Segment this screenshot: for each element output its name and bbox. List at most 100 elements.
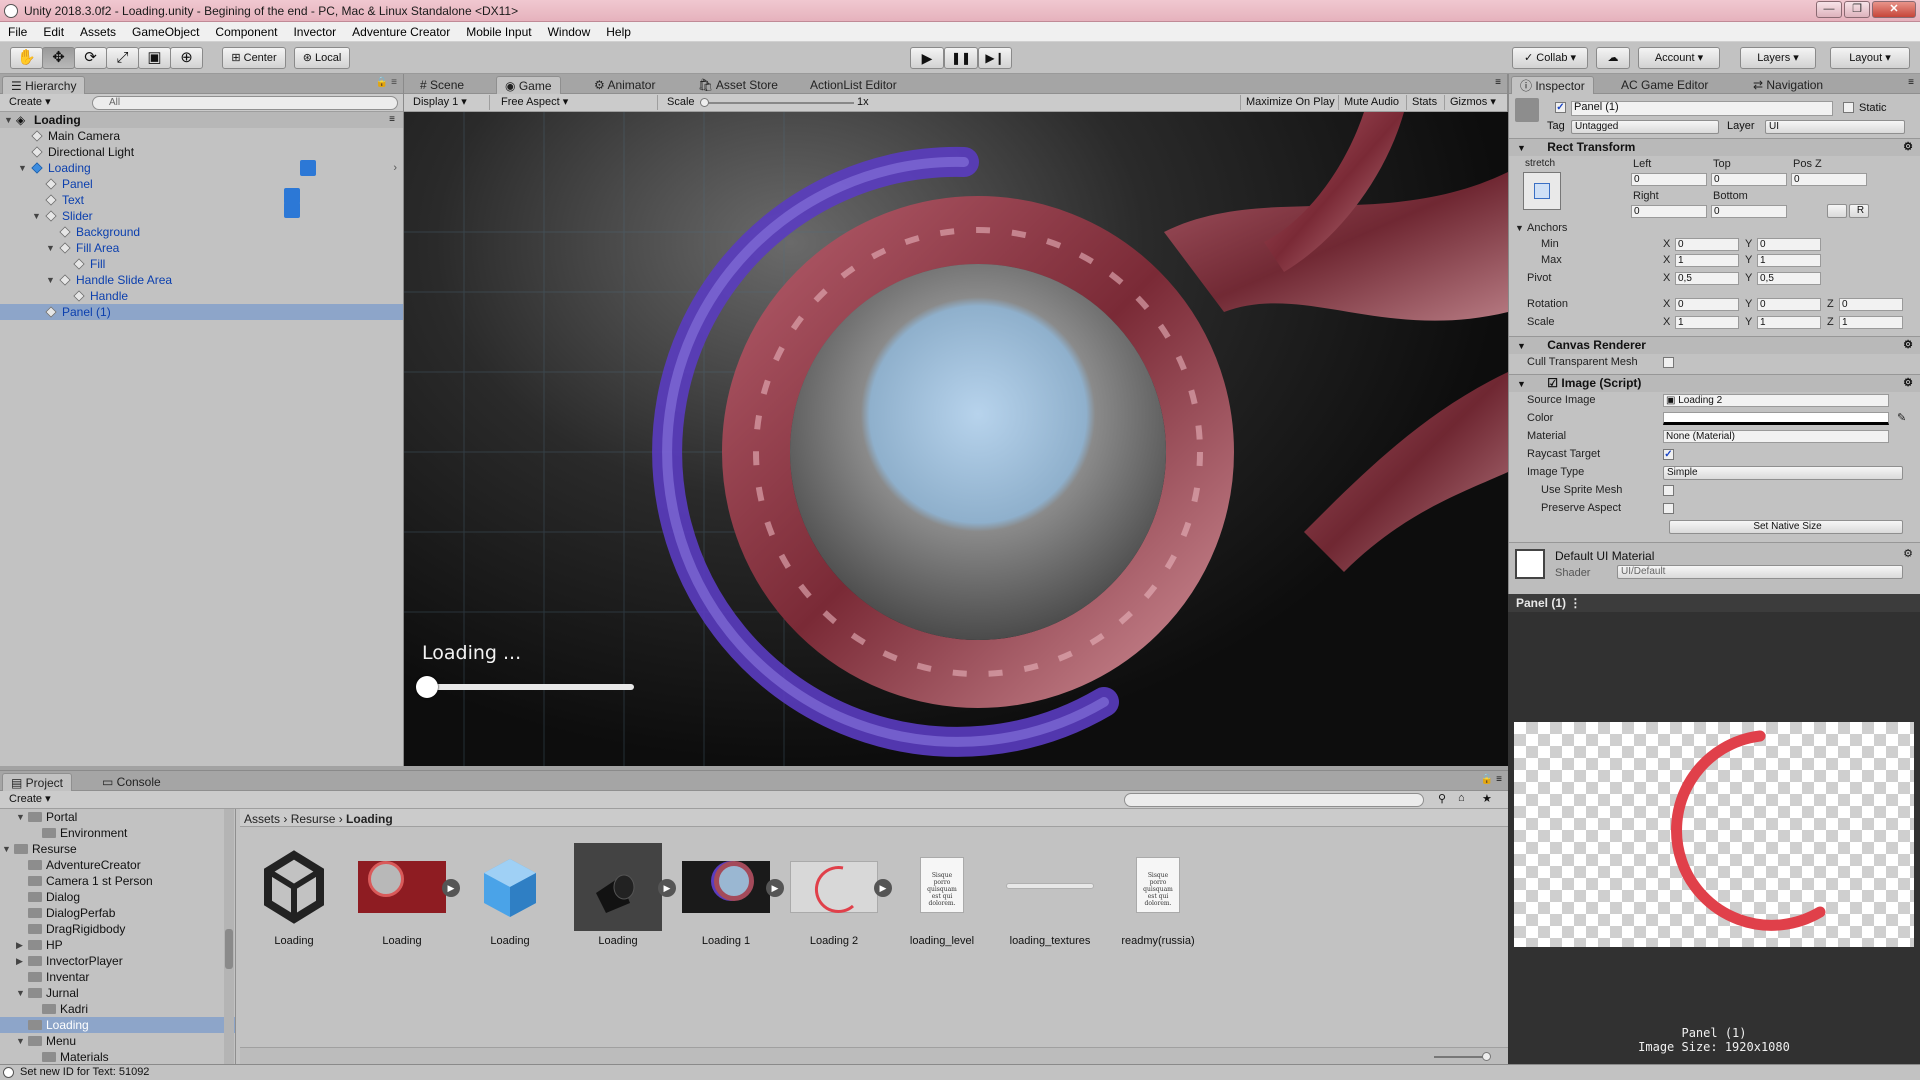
hierarchy-item-fill[interactable]: Fill — [0, 256, 403, 272]
favorite-star-icon[interactable]: ★ — [1482, 792, 1492, 805]
hierarchy-item-handle[interactable]: Handle — [0, 288, 403, 304]
tab-ac-game-editor[interactable]: AC Game Editor — [1613, 76, 1716, 94]
tab-project[interactable]: ▤ Project — [2, 773, 73, 791]
menu-gameobject[interactable]: GameObject — [124, 25, 207, 39]
hierarchy-item-background[interactable]: Background — [0, 224, 403, 240]
blueprint-mode-button[interactable] — [1827, 204, 1847, 218]
hierarchy-item-panel-1[interactable]: Panel (1) — [0, 304, 403, 320]
menu-component[interactable]: Component — [207, 25, 285, 39]
folder-row[interactable]: ▶ HP — [0, 937, 235, 953]
breadcrumb-resurse[interactable]: Resurse — [291, 812, 336, 826]
pivot-x-field[interactable]: 0,5 — [1675, 272, 1739, 285]
tab-asset-store[interactable]: 🛍 Asset Store — [690, 76, 786, 94]
game-view[interactable]: Loading ... — [404, 112, 1508, 766]
folder-row[interactable]: ▼ Portal — [0, 809, 235, 825]
scale-x-field[interactable]: 1 — [1675, 316, 1739, 329]
play-button[interactable]: ▶ — [910, 47, 944, 69]
loading-slider-handle[interactable] — [416, 676, 438, 698]
tree-scrollbar[interactable] — [224, 809, 234, 1065]
panel-menu-icon[interactable]: ≡ — [1908, 77, 1914, 88]
pivot-center-button[interactable]: ⊞ Center — [222, 47, 286, 69]
preserve-aspect-checkbox[interactable] — [1663, 503, 1674, 514]
expand-arrow-icon[interactable]: ▼ — [16, 1033, 25, 1049]
expand-arrow-icon[interactable]: ▼ — [2, 841, 11, 857]
expand-arrow-icon[interactable]: ▶ — [16, 953, 23, 969]
shader-dropdown[interactable]: UI/Default — [1617, 565, 1903, 579]
project-search-input[interactable] — [1124, 793, 1424, 807]
step-button[interactable]: ▶❙ — [978, 47, 1012, 69]
hierarchy-create-dropdown[interactable]: Create ▾ — [4, 95, 56, 110]
menu-mobile-input[interactable]: Mobile Input — [458, 25, 539, 39]
breadcrumb-loading[interactable]: Loading — [346, 812, 393, 826]
raw-edit-button[interactable]: R — [1849, 204, 1869, 218]
play-icon[interactable]: ▶ — [874, 879, 892, 897]
color-swatch[interactable] — [1663, 412, 1889, 425]
icon-size-slider[interactable] — [1434, 1056, 1486, 1058]
folder-row[interactable]: ▼ Resurse — [0, 841, 235, 857]
scale-slider-handle[interactable] — [700, 98, 709, 107]
image-type-dropdown[interactable]: Simple — [1663, 466, 1903, 480]
scale-z-field[interactable]: 1 — [1839, 316, 1903, 329]
tab-console[interactable]: ▭ Console — [94, 773, 169, 791]
gizmos-dropdown[interactable]: Gizmos ▾ — [1444, 95, 1504, 110]
scale-slider[interactable] — [704, 102, 854, 104]
asset-item[interactable]: ▶ Loading 2 — [786, 841, 892, 951]
expand-arrow-icon[interactable]: ▼ — [46, 240, 55, 256]
save-icon[interactable] — [284, 202, 300, 218]
asset-item[interactable]: ▶ Loading 1 — [678, 841, 784, 951]
preview-header[interactable]: Panel (1) ⋮ — [1508, 594, 1920, 612]
filter-type-icon[interactable]: ⚲ — [1438, 792, 1446, 805]
anchor-preset-button[interactable] — [1523, 172, 1561, 210]
scene-menu-icon[interactable]: ≡ — [389, 112, 395, 128]
folder-row[interactable]: ▼ Menu — [0, 1033, 235, 1049]
use-sprite-mesh-checkbox[interactable] — [1663, 485, 1674, 496]
filter-label-icon[interactable]: ⌂ — [1458, 792, 1465, 804]
menu-file[interactable]: File — [0, 25, 35, 39]
posz-field[interactable]: 0 — [1791, 173, 1867, 186]
gear-icon[interactable]: ⚙ — [1903, 139, 1913, 156]
collapse-arrow-icon[interactable]: ▼ — [1517, 143, 1526, 153]
maximize-button[interactable]: ❐ — [1844, 1, 1870, 18]
aspect-dropdown[interactable]: Free Aspect ▾ — [496, 95, 658, 110]
close-button[interactable]: ✕ — [1872, 1, 1916, 18]
display-dropdown[interactable]: Display 1 ▾ — [408, 95, 490, 110]
hierarchy-item-main-camera[interactable]: Main Camera — [0, 128, 403, 144]
tab-actionlist-editor[interactable]: ActionList Editor — [802, 76, 905, 94]
collab-dropdown[interactable]: ✓ Collab ▾ — [1512, 47, 1588, 69]
asset-item[interactable]: Loading — [462, 841, 558, 951]
collapse-arrow-icon[interactable]: ▼ — [1517, 341, 1526, 351]
hand-tool-icon[interactable]: ✋ — [10, 47, 43, 69]
anchor-min-x-field[interactable]: 0 — [1675, 238, 1739, 251]
hierarchy-item-handle-slide-area[interactable]: ▼ Handle Slide Area — [0, 272, 403, 288]
scale-y-field[interactable]: 1 — [1757, 316, 1821, 329]
move-tool-icon[interactable]: ✥ — [42, 47, 75, 69]
asset-item[interactable]: loading_textures — [1002, 841, 1098, 951]
rect-transform-header[interactable]: ▼ Rect Transform ⚙ — [1509, 138, 1920, 156]
tag-dropdown[interactable]: Untagged — [1571, 120, 1719, 134]
folder-row[interactable]: AdventureCreator — [0, 857, 235, 873]
cloud-icon[interactable]: ☁ — [1596, 47, 1630, 69]
cull-transparent-checkbox[interactable] — [1663, 357, 1674, 368]
hierarchy-item-fill-area[interactable]: ▼ Fill Area — [0, 240, 403, 256]
object-name-field[interactable]: Panel (1) — [1571, 101, 1833, 116]
stats-toggle[interactable]: Stats — [1406, 95, 1442, 110]
anchor-max-x-field[interactable]: 1 — [1675, 254, 1739, 267]
hierarchy-item-slider[interactable]: ▼ Slider — [0, 202, 403, 224]
asset-item[interactable]: ▶ Loading — [570, 841, 676, 951]
loading-slider-track[interactable] — [424, 684, 634, 690]
component-enabled-icon[interactable]: ☑ — [1547, 376, 1558, 390]
folder-row[interactable]: Inventar — [0, 969, 235, 985]
panel-menu-icon[interactable]: 🔒 ≡ — [376, 77, 397, 88]
eyedropper-icon[interactable]: ✎ — [1897, 411, 1906, 424]
menu-help[interactable]: Help — [598, 25, 639, 39]
icon-size-slider-handle[interactable] — [1482, 1052, 1491, 1061]
folder-row[interactable]: Environment — [0, 825, 235, 841]
scale-tool-icon[interactable]: ⤢ — [106, 47, 139, 69]
expand-arrow-icon[interactable]: ▼ — [46, 272, 55, 288]
folder-row[interactable]: Loading — [0, 1017, 235, 1033]
bottom-field[interactable]: 0 — [1711, 205, 1787, 218]
gear-icon[interactable]: ⚙ — [1903, 547, 1913, 560]
folder-row[interactable]: Kadri — [0, 1001, 235, 1017]
pivot-y-field[interactable]: 0,5 — [1757, 272, 1821, 285]
project-create-dropdown[interactable]: Create ▾ — [4, 792, 56, 807]
